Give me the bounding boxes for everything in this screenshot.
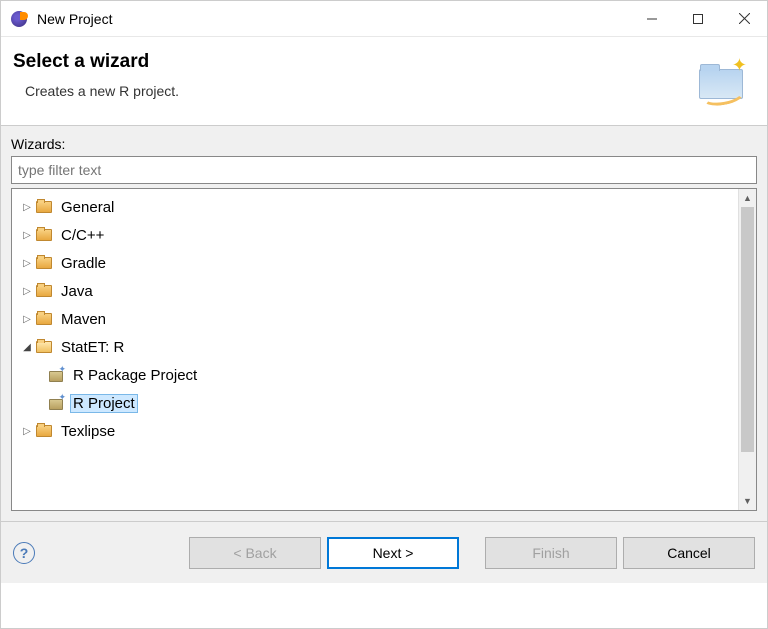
spacer	[465, 537, 479, 569]
filter-input[interactable]	[11, 156, 757, 184]
scroll-thumb[interactable]	[741, 207, 754, 452]
new-project-icon: ✦	[695, 55, 747, 107]
help-icon[interactable]: ?	[13, 542, 35, 564]
chevron-right-icon[interactable]: ▷	[20, 230, 34, 241]
folder-icon	[36, 425, 52, 437]
chevron-down-icon[interactable]: ◢	[20, 342, 34, 353]
cancel-button[interactable]: Cancel	[623, 537, 755, 569]
tree-item-gradle[interactable]: ▷ Gradle	[12, 249, 738, 277]
next-button[interactable]: Next >	[327, 537, 459, 569]
tree-item-r-project[interactable]: R Project	[12, 389, 738, 417]
tree-item-r-package-project[interactable]: R Package Project	[12, 361, 738, 389]
finish-button[interactable]: Finish	[485, 537, 617, 569]
header-text: Select a wizard Creates a new R project.	[13, 51, 179, 99]
wizards-label: Wizards:	[11, 136, 757, 152]
chevron-right-icon[interactable]: ▷	[20, 314, 34, 325]
folder-icon	[36, 285, 52, 297]
eclipse-icon	[11, 11, 27, 27]
window-controls	[629, 1, 767, 36]
chevron-right-icon[interactable]: ▷	[20, 202, 34, 213]
tree-item-ccpp[interactable]: ▷ C/C++	[12, 221, 738, 249]
tree-item-java[interactable]: ▷ Java	[12, 277, 738, 305]
folder-icon	[36, 257, 52, 269]
folder-icon	[36, 313, 52, 325]
wizard-header: Select a wizard Creates a new R project.…	[1, 37, 767, 125]
page-description: Creates a new R project.	[25, 83, 179, 99]
tree-item-label: C/C++	[61, 227, 104, 244]
page-title: Select a wizard	[13, 51, 179, 73]
tree-item-general[interactable]: ▷ General	[12, 193, 738, 221]
tree-item-label: Gradle	[61, 255, 106, 272]
window-title: New Project	[37, 11, 629, 27]
footer-buttons: < Back Next > Finish Cancel	[189, 537, 755, 569]
minimize-button[interactable]	[629, 1, 675, 36]
close-button[interactable]	[721, 1, 767, 36]
tree-container: ▷ General ▷ C/C++ ▷ Gradle ▷ Java ▷	[11, 188, 757, 511]
tree-item-statet[interactable]: ◢ StatET: R	[12, 333, 738, 361]
chevron-right-icon[interactable]: ▷	[20, 426, 34, 437]
titlebar: New Project	[1, 1, 767, 37]
chevron-right-icon[interactable]: ▷	[20, 258, 34, 269]
wizard-icon	[48, 368, 64, 382]
back-button[interactable]: < Back	[189, 537, 321, 569]
scroll-down-icon[interactable]: ▼	[739, 492, 756, 510]
folder-icon	[36, 229, 52, 241]
chevron-right-icon[interactable]: ▷	[20, 286, 34, 297]
tree-item-label: R Package Project	[73, 367, 197, 384]
wizard-icon	[48, 396, 64, 410]
maximize-button[interactable]	[675, 1, 721, 36]
tree-item-label: Texlipse	[61, 423, 115, 440]
content-area: Wizards: ▷ General ▷ C/C++ ▷ Gradle ▷ Ja	[1, 125, 767, 521]
tree-item-label: R Project	[73, 395, 135, 412]
tree-item-maven[interactable]: ▷ Maven	[12, 305, 738, 333]
folder-open-icon	[36, 341, 52, 353]
tree-item-label: General	[61, 199, 114, 216]
button-bar: ? < Back Next > Finish Cancel	[1, 521, 767, 583]
wizard-tree[interactable]: ▷ General ▷ C/C++ ▷ Gradle ▷ Java ▷	[12, 189, 738, 510]
tree-item-label: Java	[61, 283, 93, 300]
tree-item-texlipse[interactable]: ▷ Texlipse	[12, 417, 738, 445]
tree-item-label: StatET: R	[61, 339, 124, 356]
scrollbar[interactable]: ▲ ▼	[738, 189, 756, 510]
folder-icon	[36, 201, 52, 213]
scroll-up-icon[interactable]: ▲	[739, 189, 756, 207]
tree-item-label: Maven	[61, 311, 106, 328]
